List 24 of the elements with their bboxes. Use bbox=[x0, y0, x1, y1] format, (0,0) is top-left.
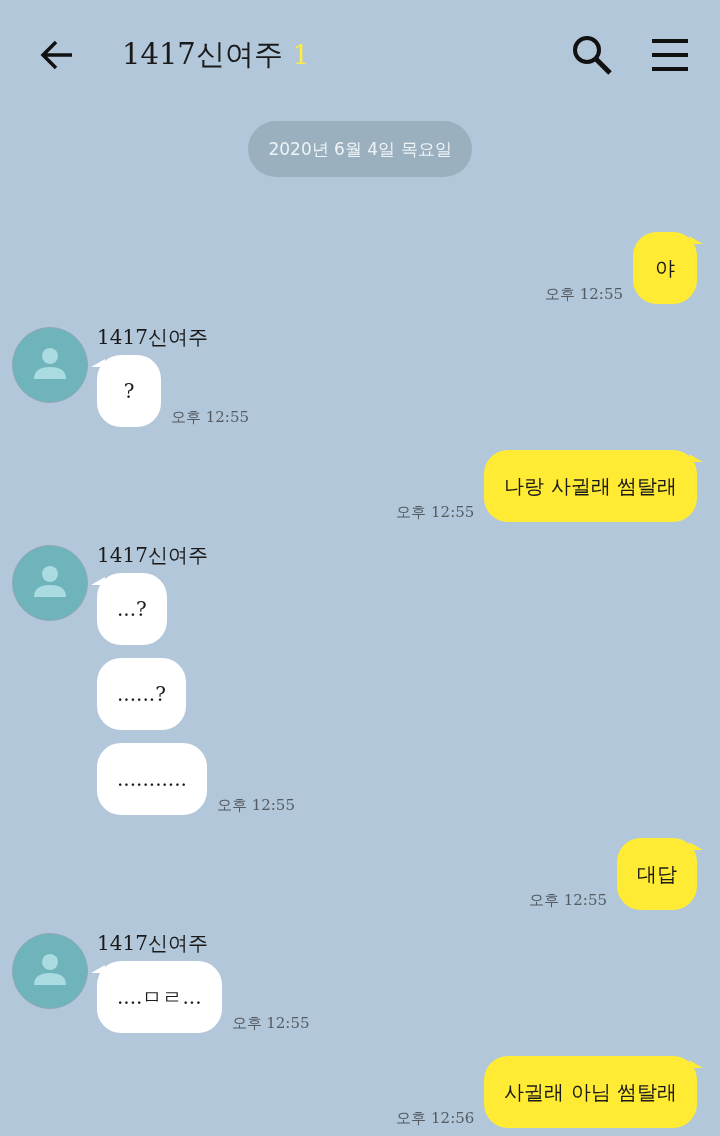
message-bubble: 나랑 사귈래 썸탈래 bbox=[484, 450, 703, 522]
sender-name: 1417신여주 bbox=[97, 933, 209, 957]
timestamp: 오후 12:55 bbox=[545, 285, 623, 304]
timestamp: 오후 12:55 bbox=[171, 408, 249, 427]
sender-name: 1417신여주 bbox=[97, 327, 209, 351]
search-icon[interactable] bbox=[570, 33, 614, 77]
message-bubble: 대답 bbox=[617, 838, 703, 910]
menu-icon[interactable] bbox=[650, 37, 690, 73]
message-bubble: ? bbox=[91, 355, 161, 427]
unread-count: 1 bbox=[292, 40, 310, 70]
message-bubble: 사귈래 아님 썸탈래 bbox=[484, 1056, 703, 1128]
message-bubble: ......? bbox=[97, 658, 186, 730]
timestamp: 오후 12:55 bbox=[529, 891, 607, 910]
message-bubble: 야 bbox=[633, 232, 703, 304]
timestamp: 오후 12:56 bbox=[396, 1109, 475, 1128]
message-bubble: ...? bbox=[91, 573, 167, 645]
timestamp: 오후 12:55 bbox=[396, 503, 475, 522]
date-divider: 2020년 6월 4일 목요일 bbox=[248, 121, 472, 177]
message-bubble: ........... bbox=[97, 743, 207, 815]
message-bubble: ....ㅁㄹ... bbox=[91, 961, 222, 1033]
chat-title: 1417신여주 bbox=[122, 36, 283, 73]
sender-name: 1417신여주 bbox=[97, 545, 209, 569]
timestamp: 오후 12:55 bbox=[216, 796, 295, 815]
timestamp: 오후 12:55 bbox=[231, 1014, 310, 1033]
